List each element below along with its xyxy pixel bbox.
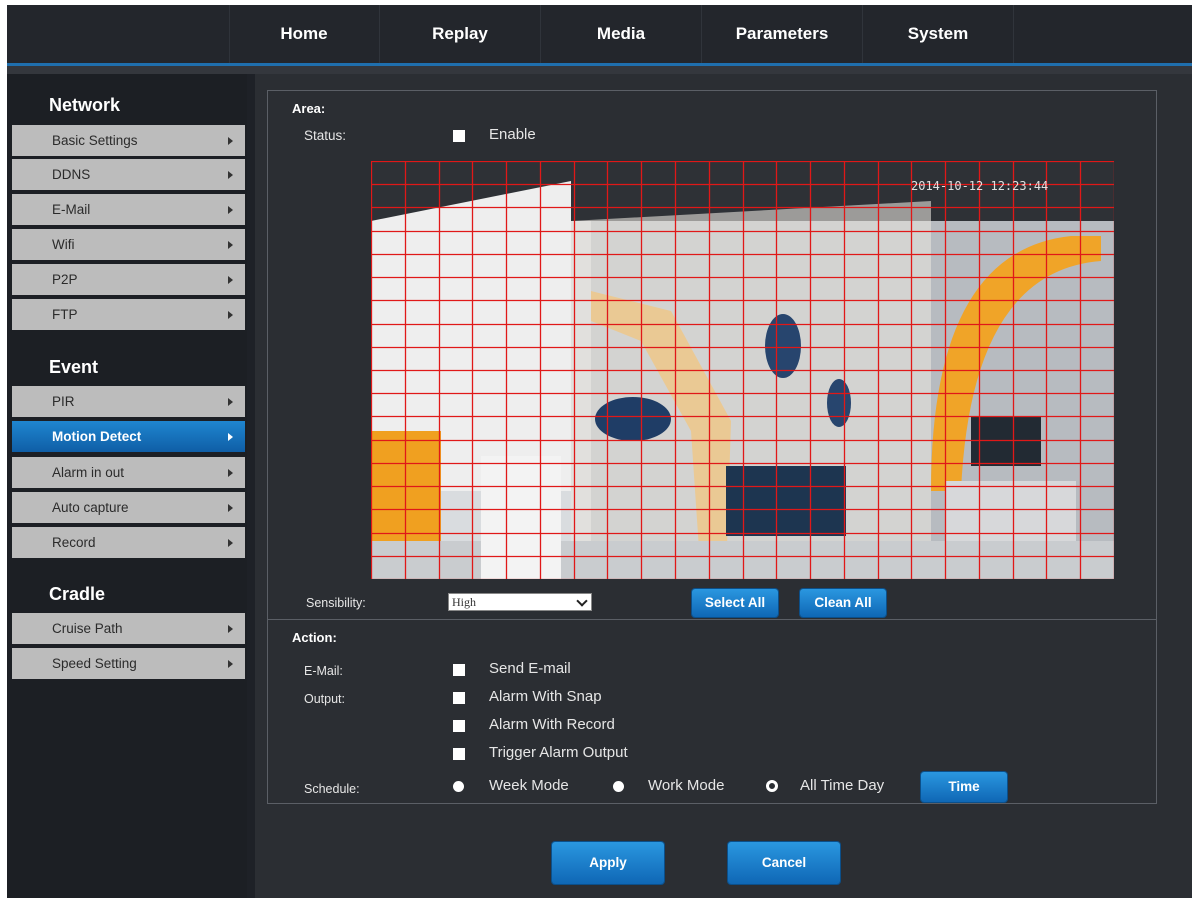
sidebar-item-record[interactable]: Record xyxy=(12,527,245,560)
alarm-record-label: Alarm With Record xyxy=(489,716,615,733)
chevron-right-icon xyxy=(228,137,233,145)
send-email-label: Send E-mail xyxy=(489,660,571,677)
chevron-right-icon xyxy=(228,469,233,477)
sidebar-item-label: FTP xyxy=(52,307,78,322)
enable-checkbox[interactable] xyxy=(453,130,465,142)
section-title-network: Network xyxy=(49,95,121,115)
sidebar-item-pir[interactable]: PIR xyxy=(12,386,245,419)
all-time-day-radio[interactable] xyxy=(766,780,778,792)
nav-home[interactable]: Home xyxy=(229,5,380,63)
sidebar-item-label: E-Mail xyxy=(52,202,91,217)
send-email-checkbox[interactable] xyxy=(453,664,465,676)
clean-all-button[interactable]: Clean All xyxy=(800,589,886,617)
chevron-right-icon xyxy=(228,504,233,512)
chevron-down-icon xyxy=(576,595,588,607)
area-header: Area: xyxy=(292,101,326,116)
time-button[interactable]: Time xyxy=(921,772,1007,802)
chevron-right-icon xyxy=(228,241,233,249)
sidebar-item-ftp[interactable]: FTP xyxy=(12,299,245,332)
chevron-right-icon xyxy=(228,276,233,284)
email-label: E-Mail: xyxy=(304,664,343,678)
sensibility-select[interactable]: High xyxy=(448,593,592,611)
sidebar-item-label: Auto capture xyxy=(52,500,129,515)
section-title-event: Event xyxy=(49,357,99,377)
sidebar-item-alarm-in-out[interactable]: Alarm in out xyxy=(12,457,245,490)
work-mode-radio[interactable] xyxy=(613,781,624,792)
sidebar-item-label: Wifi xyxy=(52,237,75,252)
sidebar-item-label: Cruise Path xyxy=(52,621,123,636)
sidebar-item-auto-capture[interactable]: Auto capture xyxy=(12,492,245,525)
week-mode-radio[interactable] xyxy=(453,781,464,792)
chevron-right-icon xyxy=(228,660,233,668)
timestamp-overlay: 2014-10-12 12:23:44 xyxy=(911,179,1049,193)
sidebar-item-label: Alarm in out xyxy=(52,465,125,480)
nav-media[interactable]: Media xyxy=(541,5,702,63)
chevron-right-icon xyxy=(228,539,233,547)
sensibility-label: Sensibility: xyxy=(306,596,366,610)
sidebar-item-basic-settings[interactable]: Basic Settings xyxy=(12,125,245,158)
cancel-button[interactable]: Cancel xyxy=(728,842,840,884)
chevron-right-icon xyxy=(228,311,233,319)
trigger-output-checkbox[interactable] xyxy=(453,748,465,760)
alarm-snap-label: Alarm With Snap xyxy=(489,688,602,705)
nav-replay[interactable]: Replay xyxy=(380,5,541,63)
status-label: Status: xyxy=(304,128,347,143)
chevron-right-icon xyxy=(228,433,233,441)
nav-parameters[interactable]: Parameters xyxy=(702,5,863,63)
main-content: Area: Status: Enable 2014-10-12 12:23:44… xyxy=(255,74,1192,898)
sidebar-item-motion-detect[interactable]: Motion Detect xyxy=(12,421,245,454)
sidebar-item-email[interactable]: E-Mail xyxy=(12,194,245,227)
chevron-right-icon xyxy=(228,398,233,406)
sidebar-item-label: PIR xyxy=(52,394,75,409)
sidebar-item-label: Basic Settings xyxy=(52,133,138,148)
output-label: Output: xyxy=(304,692,345,706)
week-mode-label: Week Mode xyxy=(489,777,569,794)
alarm-record-checkbox[interactable] xyxy=(453,720,465,732)
alarm-snap-checkbox[interactable] xyxy=(453,692,465,704)
chevron-right-icon xyxy=(228,171,233,179)
select-all-button[interactable]: Select All xyxy=(692,589,778,617)
action-header: Action: xyxy=(292,630,337,645)
chevron-right-icon xyxy=(228,206,233,214)
sensibility-value: High xyxy=(452,595,476,609)
sidebar-item-ddns[interactable]: DDNS xyxy=(12,159,245,192)
section-title-cradle: Cradle xyxy=(49,584,106,604)
sidebar-item-label: DDNS xyxy=(52,167,91,182)
apply-button[interactable]: Apply xyxy=(552,842,664,884)
nav-system[interactable]: System xyxy=(863,5,1014,63)
work-mode-label: Work Mode xyxy=(648,777,725,794)
sidebar-item-label: Motion Detect xyxy=(52,429,142,444)
schedule-label: Schedule: xyxy=(304,782,360,796)
app-frame: Home Replay Media Parameters System Netw… xyxy=(7,5,1192,898)
sidebar-item-p2p[interactable]: P2P xyxy=(12,264,245,297)
sidebar-item-label: Speed Setting xyxy=(52,656,137,671)
nav-underline xyxy=(7,66,1192,74)
trigger-output-label: Trigger Alarm Output xyxy=(489,744,628,761)
sidebar-item-label: P2P xyxy=(52,272,78,287)
sidebar-item-cruise-path[interactable]: Cruise Path xyxy=(12,613,245,646)
enable-label: Enable xyxy=(489,126,536,143)
motion-grid[interactable] xyxy=(371,161,1114,579)
chevron-right-icon xyxy=(228,625,233,633)
brand-area xyxy=(7,5,230,63)
camera-preview[interactable]: 2014-10-12 12:23:44 xyxy=(371,161,1114,579)
all-time-day-label: All Time Day xyxy=(800,777,885,794)
section-divider xyxy=(267,619,1157,620)
sidebar-item-speed-setting[interactable]: Speed Setting xyxy=(12,648,245,681)
sidebar-item-wifi[interactable]: Wifi xyxy=(12,229,245,262)
sidebar: Network Basic Settings DDNS E-Mail Wifi … xyxy=(7,74,247,898)
top-nav: Home Replay Media Parameters System xyxy=(7,5,1192,66)
sidebar-item-label: Record xyxy=(52,535,96,550)
